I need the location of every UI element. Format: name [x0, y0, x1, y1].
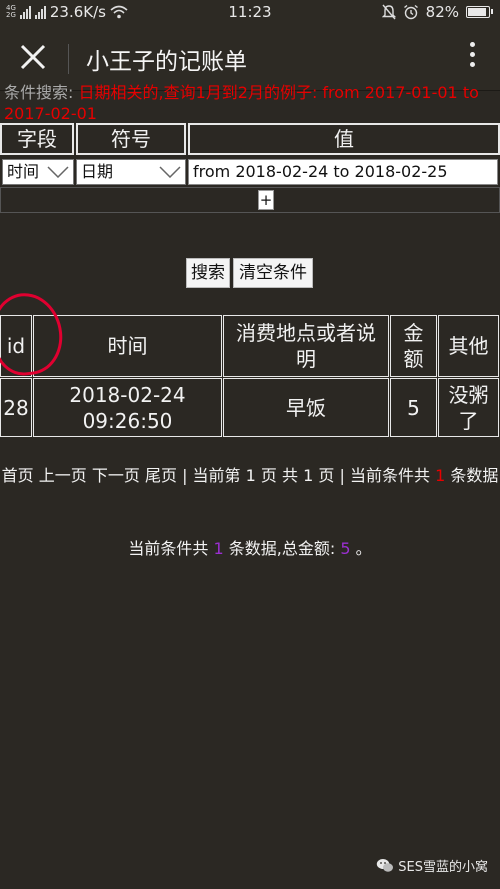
cell-time: 2018-02-24 09:26:50: [33, 378, 222, 437]
field-select-value: 时间: [7, 162, 40, 181]
mute-bell-icon: [381, 4, 396, 20]
watermark-text: SES雪蓝的小窝: [398, 860, 488, 875]
next-page-link[interactable]: 下一页: [92, 466, 140, 485]
cell-place: 早饭: [223, 378, 389, 437]
search-hint-label: 条件搜索:: [4, 83, 74, 102]
add-condition-row: +: [0, 187, 500, 213]
wechat-icon: [377, 859, 394, 872]
summary-amount: 5: [340, 539, 351, 558]
chevron-down-icon: [159, 166, 181, 178]
column-header-amount: 金额: [390, 315, 437, 377]
header-field: 字段: [0, 123, 74, 155]
page-title: 小王子的记账单: [86, 49, 247, 75]
page-content: 条件搜索: 日期相关的,查询1月到2月的例子: from 2017-01-01 …: [0, 83, 500, 889]
cell-id: 28: [0, 378, 32, 437]
header-value: 值: [188, 123, 500, 155]
cell-amount: 5: [390, 378, 437, 437]
last-page-link[interactable]: 尾页: [145, 466, 177, 485]
prev-page-link[interactable]: 上一页: [39, 466, 87, 485]
search-hint-text: 日期相关的,查询1月到2月的例子: from 2017-01-01 to 201…: [4, 83, 479, 123]
close-icon[interactable]: [14, 40, 52, 76]
chevron-down-icon: [47, 166, 69, 178]
condition-count-label: 页 | 当前条件共: [318, 466, 430, 485]
column-header-place: 消费地点或者说明: [223, 315, 389, 377]
operator-select-value: 日期: [81, 162, 114, 181]
search-hint: 条件搜索: 日期相关的,查询1月到2月的例子: from 2017-01-01 …: [4, 82, 498, 124]
first-page-link[interactable]: 首页: [2, 466, 34, 485]
total-pages-label: 页 共: [260, 466, 299, 485]
operator-select[interactable]: 日期: [76, 159, 186, 185]
app-bar-divider: [68, 44, 69, 74]
field-select[interactable]: 时间: [2, 159, 74, 185]
summary-count: 1: [213, 539, 224, 558]
cell-other: 没粥了: [438, 378, 499, 437]
condition-count: 1: [435, 466, 446, 485]
add-condition-button[interactable]: +: [258, 190, 274, 210]
summary-line: 当前条件共 1 条数据,总金额: 5 。: [0, 535, 500, 559]
search-button[interactable]: 搜索: [186, 258, 230, 288]
column-header-other: 其他: [438, 315, 499, 377]
value-input[interactable]: from 2018-02-24 to 2018-02-25: [188, 159, 498, 185]
summary-prefix: 当前条件共: [128, 539, 209, 558]
condition-count-suffix: 条数据: [450, 466, 499, 485]
pagination: 首页 上一页 下一页 尾页 | 当前第 1 页 共 1 页 | 当前条件共 1 …: [0, 464, 500, 488]
more-menu-icon[interactable]: [468, 42, 476, 74]
status-bar: 4G 2G 23.6K/s 11:23 82%: [0, 0, 500, 26]
summary-middle: 条数据,总金额:: [228, 539, 336, 558]
summary-suffix: 。: [355, 539, 372, 558]
battery-icon: [466, 6, 493, 18]
battery-percent: 82%: [425, 3, 459, 21]
header-operator: 符号: [76, 123, 186, 155]
current-page-number: 1: [245, 466, 256, 485]
clear-conditions-button[interactable]: 清空条件: [233, 258, 313, 288]
current-page-label: | 当前第: [182, 466, 241, 485]
status-right: 82%: [381, 3, 493, 21]
alarm-icon: [403, 4, 418, 20]
watermark: SES雪蓝的小窝: [376, 856, 488, 875]
total-pages-number: 1: [303, 466, 314, 485]
